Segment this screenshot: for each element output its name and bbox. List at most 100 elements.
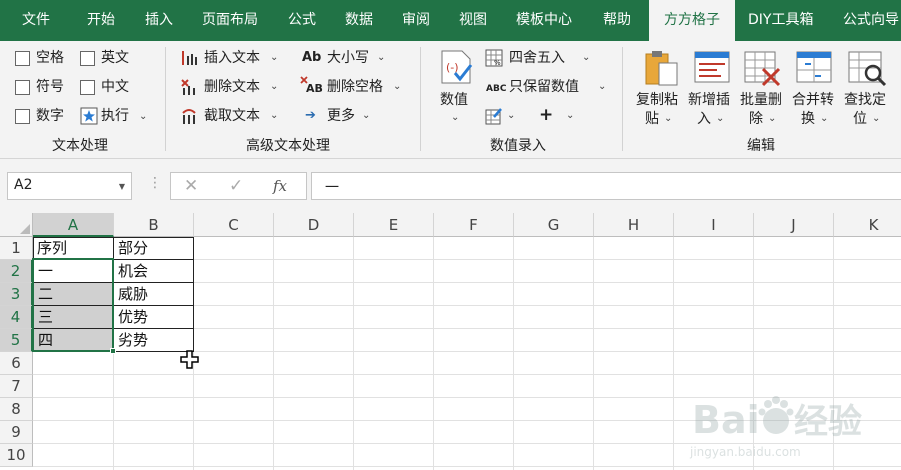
cell-a2[interactable]: 一 bbox=[34, 260, 113, 283]
fill-handle[interactable] bbox=[110, 348, 116, 354]
truncate-text-button[interactable]: 截取文本 bbox=[204, 107, 260, 125]
keep-values-dropdown-icon[interactable]: ⌄ bbox=[598, 82, 606, 92]
tab-data[interactable]: 数据 bbox=[345, 0, 373, 41]
column-header-d[interactable]: D bbox=[274, 213, 354, 237]
column-header-h[interactable]: H bbox=[594, 213, 674, 237]
row-header-3[interactable]: 3 bbox=[0, 283, 33, 306]
insert-text-dropdown-icon[interactable]: ⌄ bbox=[270, 53, 278, 63]
execute-dropdown-icon[interactable]: ⌄ bbox=[139, 112, 147, 122]
select-all-corner[interactable] bbox=[0, 213, 33, 237]
edit-grid-dropdown-icon[interactable]: ⌄ bbox=[507, 111, 515, 121]
tab-template-center[interactable]: 模板中心 bbox=[516, 0, 572, 41]
batch-delete-button[interactable]: 批量删 bbox=[740, 91, 782, 109]
copy-paste-button[interactable]: 复制粘 bbox=[636, 91, 678, 109]
value-dropdown-icon[interactable]: ⌄ bbox=[451, 113, 459, 123]
plus-icon[interactable]: + bbox=[539, 106, 553, 124]
tab-review[interactable]: 审阅 bbox=[402, 0, 430, 41]
tab-formula-wizard[interactable]: 公式向导 bbox=[843, 0, 899, 41]
more-button[interactable]: 更多 bbox=[327, 107, 355, 125]
keep-values-button[interactable]: 只保留数值 bbox=[509, 78, 579, 96]
column-header-k[interactable]: K bbox=[834, 213, 901, 237]
merge-convert-button-line2[interactable]: 换 bbox=[801, 110, 815, 128]
row-header-9[interactable]: 9 bbox=[0, 421, 33, 444]
name-box-dropdown-icon[interactable]: ▼ bbox=[119, 182, 125, 191]
find-locate-dropdown-icon[interactable]: ⌄ bbox=[872, 114, 880, 124]
cell-a4[interactable]: 三 bbox=[34, 306, 113, 329]
column-header-a[interactable]: A bbox=[33, 213, 114, 237]
new-insert-dropdown-icon[interactable]: ⌄ bbox=[716, 114, 724, 124]
more-dropdown-icon[interactable]: ⌄ bbox=[362, 111, 370, 121]
checkbox-symbol[interactable] bbox=[15, 80, 30, 95]
row-header-2[interactable]: 2 bbox=[0, 260, 33, 283]
batch-delete-icon[interactable] bbox=[743, 49, 781, 87]
execute-icon[interactable] bbox=[80, 107, 98, 125]
case-dropdown-icon[interactable]: ⌄ bbox=[377, 53, 385, 63]
truncate-text-dropdown-icon[interactable]: ⌄ bbox=[270, 111, 278, 121]
new-insert-button[interactable]: 新增插 bbox=[688, 91, 730, 109]
new-insert-icon[interactable] bbox=[693, 49, 731, 85]
row-header-10[interactable]: 10 bbox=[0, 444, 33, 467]
column-header-b[interactable]: B bbox=[114, 213, 194, 237]
checkbox-space[interactable] bbox=[15, 51, 30, 66]
row-header-7[interactable]: 7 bbox=[0, 375, 33, 398]
value-button[interactable]: 数值 bbox=[440, 91, 468, 109]
delete-spaces-icon[interactable]: AB bbox=[306, 80, 323, 98]
column-header-j[interactable]: J bbox=[754, 213, 834, 237]
merge-convert-button[interactable]: 合并转 bbox=[792, 91, 834, 109]
cell-b5[interactable]: 劣势 bbox=[114, 329, 194, 352]
delete-spaces-button[interactable]: 删除空格 bbox=[327, 78, 383, 96]
value-icon[interactable]: (-) bbox=[438, 49, 474, 85]
tab-help[interactable]: 帮助 bbox=[603, 0, 631, 41]
row-header-4[interactable]: 4 bbox=[0, 306, 33, 329]
checkbox-english[interactable] bbox=[80, 51, 95, 66]
tab-view[interactable]: 视图 bbox=[459, 0, 487, 41]
cell-b1[interactable]: 部分 bbox=[114, 237, 194, 260]
merge-convert-icon[interactable] bbox=[795, 49, 833, 85]
row-header-6[interactable]: 6 bbox=[0, 352, 33, 375]
column-header-i[interactable]: I bbox=[674, 213, 754, 237]
insert-text-button[interactable]: 插入文本 bbox=[204, 49, 260, 67]
case-button[interactable]: 大小写 bbox=[327, 49, 369, 67]
tab-file[interactable]: 文件 bbox=[22, 0, 50, 41]
round-dropdown-icon[interactable]: ⌄ bbox=[582, 53, 590, 63]
formula-bar-grip-icon[interactable]: ⋮ bbox=[148, 175, 162, 191]
find-locate-button-line2[interactable]: 位 bbox=[853, 110, 867, 128]
truncate-text-icon[interactable] bbox=[180, 107, 198, 125]
cancel-icon[interactable]: ✕ bbox=[184, 176, 198, 196]
copy-paste-icon[interactable] bbox=[643, 49, 679, 87]
edit-grid-icon[interactable] bbox=[485, 107, 503, 125]
enter-icon[interactable]: ✓ bbox=[229, 176, 243, 196]
worksheet-grid[interactable]: A B C D E F G H I J K 1 2 3 4 5 6 7 8 9 … bbox=[0, 213, 901, 470]
plus-dropdown-icon[interactable]: ⌄ bbox=[566, 111, 574, 121]
cell-b3[interactable]: 威胁 bbox=[114, 283, 194, 306]
round-icon[interactable]: % bbox=[485, 49, 503, 67]
delete-text-button[interactable]: 删除文本 bbox=[204, 78, 260, 96]
find-locate-icon[interactable] bbox=[847, 49, 887, 87]
tab-formulas[interactable]: 公式 bbox=[288, 0, 316, 41]
tab-home[interactable]: 开始 bbox=[87, 0, 115, 41]
cell-b4[interactable]: 优势 bbox=[114, 306, 194, 329]
insert-function-button[interactable]: fx bbox=[273, 177, 287, 195]
cell-a3[interactable]: 二 bbox=[34, 283, 113, 306]
copy-paste-dropdown-icon[interactable]: ⌄ bbox=[664, 114, 672, 124]
copy-paste-button-line2[interactable]: 贴 bbox=[645, 110, 659, 128]
merge-convert-dropdown-icon[interactable]: ⌄ bbox=[820, 114, 828, 124]
case-icon[interactable]: Ab bbox=[302, 49, 321, 67]
column-header-g[interactable]: G bbox=[514, 213, 594, 237]
column-header-c[interactable]: C bbox=[194, 213, 274, 237]
column-header-e[interactable]: E bbox=[354, 213, 434, 237]
tab-diy-toolbox[interactable]: DIY工具箱 bbox=[748, 0, 813, 41]
delete-text-dropdown-icon[interactable]: ⌄ bbox=[270, 82, 278, 92]
row-header-8[interactable]: 8 bbox=[0, 398, 33, 421]
delete-spaces-dropdown-icon[interactable]: ⌄ bbox=[393, 82, 401, 92]
insert-text-icon[interactable] bbox=[180, 49, 198, 67]
name-box[interactable]: A2 ▼ bbox=[7, 172, 132, 200]
cell-a1[interactable]: 序列 bbox=[33, 237, 113, 260]
batch-delete-button-line2[interactable]: 除 bbox=[749, 110, 763, 128]
batch-delete-dropdown-icon[interactable]: ⌄ bbox=[768, 114, 776, 124]
row-header-1[interactable]: 1 bbox=[0, 237, 33, 260]
delete-text-icon[interactable] bbox=[180, 78, 198, 96]
checkbox-chinese[interactable] bbox=[80, 80, 95, 95]
keep-values-icon[interactable]: ABC bbox=[486, 80, 506, 98]
tab-fangfanggezi[interactable]: 方方格子 bbox=[649, 0, 735, 41]
